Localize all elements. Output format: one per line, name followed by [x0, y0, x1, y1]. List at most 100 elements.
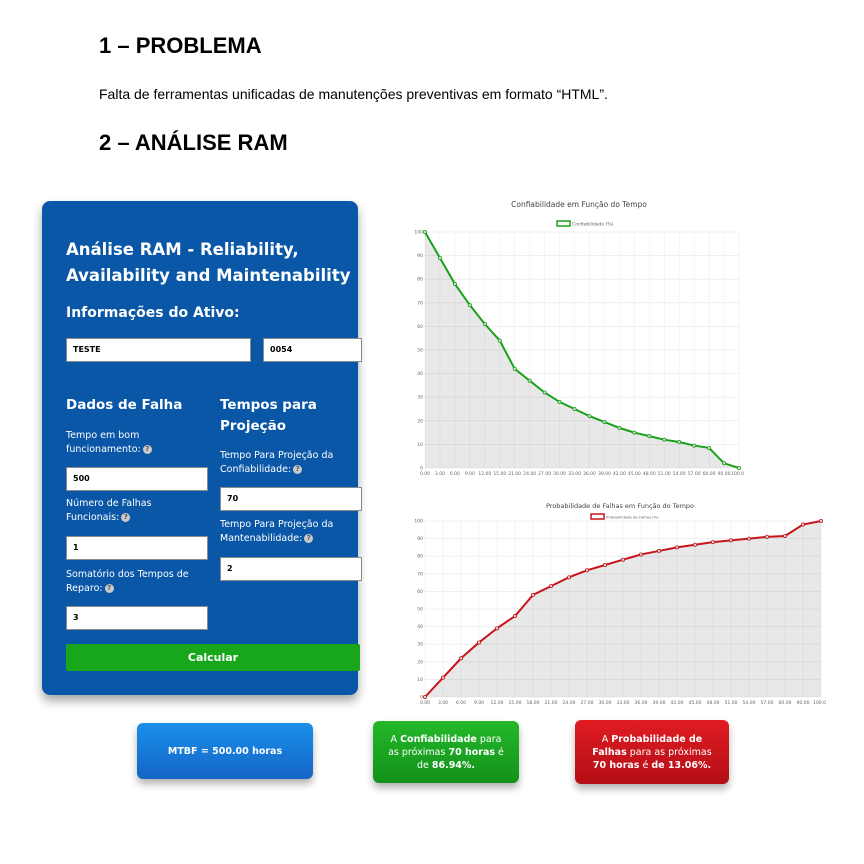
x-tick-label: 39.00: [653, 700, 666, 706]
y-tick-label: 0: [420, 466, 423, 472]
data-point: [548, 584, 553, 589]
reliability-time-label-text: Tempo Para Projeção da Confiabilidade:: [220, 450, 334, 475]
data-point: [572, 406, 577, 411]
x-tick-label: 3.00: [435, 471, 445, 477]
repair-sum-input[interactable]: 3: [66, 606, 208, 630]
y-tick-label: 30: [417, 642, 423, 648]
data-point: [527, 378, 532, 383]
data-point: [497, 338, 502, 343]
data-point: [422, 230, 427, 235]
x-tick-label: 21.00: [508, 471, 521, 477]
data-point: [662, 437, 667, 442]
failures-label: Número de Falhas Funcionais:?: [66, 497, 186, 525]
data-point: [477, 640, 482, 645]
data-point: [482, 322, 487, 327]
x-tick-label: 0.00: [420, 700, 430, 706]
data-point: [542, 390, 547, 395]
chart-title: Probabilidade de Falhas em Função do Tem…: [546, 502, 694, 510]
x-tick-label: 48.00: [707, 700, 720, 706]
help-icon[interactable]: ?: [142, 445, 152, 454]
asset-code-input[interactable]: 0054: [263, 338, 362, 362]
y-tick-label: 20: [417, 418, 423, 424]
x-tick-label: 27.00: [581, 700, 594, 706]
data-point: [722, 461, 727, 466]
y-tick-label: 10: [417, 677, 423, 683]
form-title: Análise RAM - Reliability, Availability …: [66, 240, 351, 285]
help-icon[interactable]: ?: [293, 465, 303, 474]
data-point: [513, 614, 518, 619]
y-tick-label: 70: [417, 300, 423, 306]
x-tick-label: 51.00: [658, 471, 671, 477]
data-point: [736, 465, 741, 470]
chart-title: Confiabilidade em Função do Tempo: [511, 200, 647, 209]
reliability-result-text: A Confiabilidade para as próximas 70 hor…: [388, 733, 504, 771]
x-tick-label: 45.00: [628, 471, 641, 477]
problem-text: Falta de ferramentas unificadas de manut…: [99, 86, 608, 102]
x-tick-label: 60.00: [779, 700, 792, 706]
x-tick-label: 36.00: [583, 471, 596, 477]
uptime-input[interactable]: 500: [66, 467, 208, 491]
legend-label: Confiabilidade (%): [572, 222, 614, 228]
help-icon[interactable]: ?: [304, 534, 314, 543]
maintainability-time-label-text: Tempo Para Projeção da Mantenabilidade:: [220, 519, 334, 544]
repair-sum-label: Somatório dos Tempos de Reparo:?: [66, 568, 206, 596]
data-point: [656, 548, 661, 553]
failure-result-card: A Probabilidade de Falhas para as próxim…: [575, 720, 729, 784]
x-tick-label: 27.00: [538, 471, 551, 477]
x-tick-label: 18.00: [527, 700, 540, 706]
x-tick-label: 12.00: [491, 700, 504, 706]
data-point: [440, 675, 445, 680]
x-tick-label: 33.00: [617, 700, 630, 706]
data-point: [647, 434, 652, 439]
data-point: [531, 592, 536, 597]
data-point: [620, 557, 625, 562]
y-tick-label: 60: [417, 589, 423, 595]
x-tick-label: 24.00: [563, 700, 576, 706]
x-tick-label: 60.00: [703, 471, 716, 477]
x-tick-label: 57.00: [761, 700, 774, 706]
failures-input[interactable]: 1: [66, 536, 208, 560]
data-point: [617, 425, 622, 430]
y-tick-label: 80: [417, 554, 423, 560]
data-point: [764, 534, 769, 539]
maintainability-time-label: Tempo Para Projeção da Mantenabilidade:?: [220, 518, 350, 546]
x-tick-label: 51.00: [725, 700, 738, 706]
y-tick-label: 50: [417, 348, 423, 354]
mtbf-text: MTBF = 500.00 horas: [167, 745, 283, 757]
x-tick-label: 24.00: [523, 471, 536, 477]
x-tick-label: 48.00: [643, 471, 656, 477]
data-point: [746, 536, 751, 541]
help-icon[interactable]: ?: [121, 513, 131, 522]
failure-probability-chart: Probabilidade de Falhas em Função do Tem…: [414, 498, 826, 708]
help-icon[interactable]: ?: [104, 584, 114, 593]
y-tick-label: 90: [417, 536, 423, 542]
failure-data-title: Dados de Falha: [66, 397, 183, 413]
x-tick-label: 42.00: [613, 471, 626, 477]
x-tick-label: 6.00: [456, 700, 466, 706]
x-tick-label: 15.00: [509, 700, 522, 706]
x-tick-label: 54.00: [743, 700, 756, 706]
y-tick-label: 80: [417, 277, 423, 283]
data-point: [459, 656, 464, 661]
x-tick-label: 100.00: [731, 471, 744, 477]
y-tick-label: 50: [417, 607, 423, 613]
uptime-label: Tempo em bom funcionamento:?: [66, 429, 186, 457]
data-point: [692, 542, 697, 547]
reliability-time-input[interactable]: 70: [220, 487, 362, 511]
x-tick-label: 33.00: [568, 471, 581, 477]
data-point: [707, 445, 712, 450]
data-point: [452, 281, 457, 286]
y-tick-label: 40: [417, 371, 423, 377]
projection-title: Tempos para Projeção: [220, 397, 317, 434]
asset-name-input[interactable]: TESTE: [66, 338, 251, 362]
calculate-button[interactable]: Calcular: [66, 644, 360, 671]
maintainability-time-input[interactable]: 2: [220, 557, 362, 581]
x-tick-label: 21.00: [545, 700, 558, 706]
x-tick-label: 36.00: [635, 700, 648, 706]
legend-swatch: [556, 220, 571, 227]
mtbf-card: MTBF = 500.00 horas: [137, 723, 313, 779]
x-tick-label: 30.00: [599, 700, 612, 706]
data-point: [602, 563, 607, 568]
legend-label: Probabilidade de Falhas (%): [606, 515, 659, 520]
x-tick-label: 12.00: [478, 471, 491, 477]
